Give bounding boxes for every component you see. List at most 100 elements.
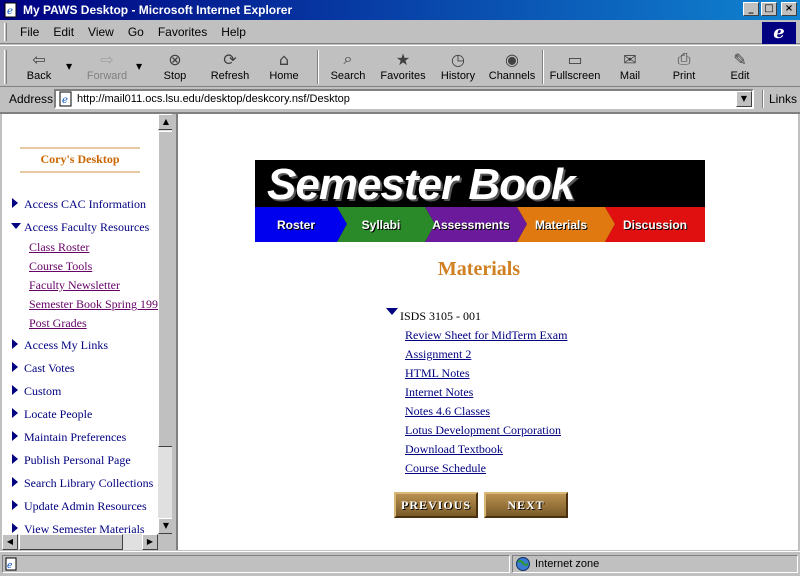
forward-dropdown-icon[interactable]: ▼ — [136, 62, 142, 71]
hscroll-thumb[interactable] — [19, 534, 123, 550]
address-dropdown-icon[interactable]: ▼ — [736, 91, 752, 107]
address-label: Address — [9, 92, 54, 106]
tab-materials[interactable]: Materials — [517, 207, 615, 242]
scroll-down-icon[interactable]: ▼ — [158, 518, 172, 534]
material-link-review-sheet[interactable]: Review Sheet for MidTerm Exam — [405, 328, 567, 343]
svg-text:e: e — [7, 561, 12, 571]
stop-label: Stop — [163, 70, 187, 82]
menu-view[interactable]: View — [81, 25, 121, 39]
stop-button[interactable]: ⊗ Stop — [158, 48, 192, 86]
forward-button[interactable]: ⇨ Forward — [84, 48, 130, 86]
edit-icon: ✎ — [733, 49, 747, 69]
svg-text:e: e — [7, 6, 13, 17]
forward-label: Forward — [86, 70, 128, 82]
material-link-course-schedule[interactable]: Course Schedule — [405, 461, 486, 476]
sidebar-subitem-semester-book[interactable]: Semester Book Spring 199 — [29, 297, 158, 312]
svg-text:e: e — [62, 95, 68, 106]
scroll-up-icon[interactable]: ▲ — [158, 114, 172, 130]
fullscreen-label: Fullscreen — [549, 70, 601, 82]
scroll-thumb[interactable] — [158, 131, 172, 447]
menu-file[interactable]: File — [13, 25, 46, 39]
menu-help[interactable]: Help — [214, 25, 253, 39]
toolbar: ⇦ Back ▼ ⇨ Forward ▼ ⊗ Stop ⟳ Refresh ⌂ … — [0, 45, 800, 87]
sidebar-item-label: Access Faculty Resources — [24, 220, 150, 234]
expand-triangle-icon — [12, 454, 18, 464]
course-label: ISDS 3105 - 001 — [400, 309, 482, 323]
favorites-button[interactable]: ★ Favorites — [378, 48, 428, 86]
home-label: Home — [269, 70, 299, 82]
search-button[interactable]: ⌕ Search — [328, 48, 368, 86]
ie-logo: e — [762, 22, 796, 44]
channels-button[interactable]: ◉ Channels — [488, 48, 536, 86]
material-link-internet-notes[interactable]: Internet Notes — [405, 385, 473, 400]
material-link-lotus[interactable]: Lotus Development Corporation — [405, 423, 561, 438]
back-button[interactable]: ⇦ Back — [22, 48, 56, 86]
sidebar-item-label: Update Admin Resources — [24, 499, 147, 513]
tab-assessments[interactable]: Assessments — [425, 207, 527, 242]
zone-label: Internet zone — [535, 558, 600, 570]
sidebar-subitem-class-roster[interactable]: Class Roster — [29, 240, 89, 255]
mail-button[interactable]: ✉ Mail — [614, 48, 646, 86]
address-bar: Address e http://mail011.ocs.lsu.edu/des… — [0, 88, 800, 110]
print-button[interactable]: ⎙ Print — [668, 48, 700, 86]
previous-button[interactable]: PREVIOUS — [394, 492, 478, 518]
address-input[interactable]: e http://mail011.ocs.lsu.edu/desktop/des… — [54, 89, 754, 109]
left-frame: Cory's Desktop Access CAC Information Ac… — [2, 114, 172, 550]
material-link-notes-classes[interactable]: Notes 4.6 Classes — [405, 404, 490, 419]
material-link-html-notes[interactable]: HTML Notes — [405, 366, 470, 381]
links-separator — [762, 90, 764, 108]
favorites-label: Favorites — [380, 70, 426, 82]
menu-favorites[interactable]: Favorites — [151, 25, 214, 39]
history-button[interactable]: ◷ History — [438, 48, 478, 86]
semester-book-banner: Semester Book Roster Syllabi Assessments… — [255, 160, 705, 242]
expand-triangle-icon — [12, 500, 18, 510]
menu-grip[interactable] — [4, 22, 7, 41]
expand-triangle-icon — [12, 385, 18, 395]
left-horizontal-scrollbar[interactable]: ◀ ▶ — [2, 534, 158, 550]
stop-icon: ⊗ — [168, 49, 182, 69]
close-button[interactable]: × — [781, 2, 797, 16]
links-button[interactable]: Links — [769, 92, 797, 106]
internet-zone-globe-icon — [516, 557, 530, 571]
channels-icon: ◉ — [505, 49, 519, 69]
sidebar-item-label: Locate People — [24, 407, 93, 421]
next-button[interactable]: NEXT — [484, 492, 568, 518]
sidebar-subitem-post-grades[interactable]: Post Grades — [29, 316, 87, 331]
page-status-icon: e — [5, 557, 17, 571]
home-icon: ⌂ — [278, 49, 290, 69]
scroll-right-icon[interactable]: ▶ — [142, 534, 158, 550]
material-link-download-textbook[interactable]: Download Textbook — [405, 442, 503, 457]
fullscreen-button[interactable]: ▭ Fullscreen — [548, 48, 602, 86]
maximize-button[interactable]: □ — [761, 2, 777, 16]
refresh-button[interactable]: ⟳ Refresh — [208, 48, 252, 86]
left-vertical-scrollbar[interactable]: ▲ ▼ — [158, 114, 172, 534]
edit-button[interactable]: ✎ Edit — [724, 48, 756, 86]
page-title: Materials — [437, 258, 521, 280]
tab-syllabi[interactable]: Syllabi — [337, 207, 435, 242]
sidebar-item-label: Custom — [24, 384, 62, 398]
title-bar: e My PAWS Desktop - Microsoft Internet E… — [0, 0, 800, 20]
status-text-panel: e — [2, 555, 510, 573]
tab-roster[interactable]: Roster — [255, 207, 347, 242]
expand-triangle-icon — [12, 198, 18, 208]
material-link-assignment-2[interactable]: Assignment 2 — [405, 347, 471, 362]
menu-edit[interactable]: Edit — [46, 25, 81, 39]
tab-discussion[interactable]: Discussion — [605, 207, 705, 242]
toolbar-grip[interactable] — [4, 50, 7, 84]
back-dropdown-icon[interactable]: ▼ — [66, 62, 72, 71]
menu-bar: File Edit View Go Favorites Help — [0, 20, 800, 44]
forward-arrow-icon: ⇨ — [100, 49, 114, 69]
edit-label: Edit — [730, 70, 750, 82]
home-button[interactable]: ⌂ Home — [266, 48, 302, 86]
sidebar-subitem-faculty-newsletter[interactable]: Faculty Newsletter — [29, 278, 120, 293]
sidebar-subitem-course-tools[interactable]: Course Tools — [29, 259, 92, 274]
menu-go[interactable]: Go — [121, 25, 151, 39]
minimize-button[interactable]: _ — [743, 2, 759, 16]
search-label: Search — [330, 70, 366, 82]
sidebar-item-label: Access My Links — [24, 338, 108, 352]
address-url: http://mail011.ocs.lsu.edu/desktop/deskc… — [77, 93, 350, 105]
page-icon: e — [59, 91, 72, 107]
sidebar-item-label: Search Library Collections — [24, 476, 154, 490]
channels-label: Channels — [488, 70, 536, 82]
scroll-left-icon[interactable]: ◀ — [2, 534, 18, 550]
